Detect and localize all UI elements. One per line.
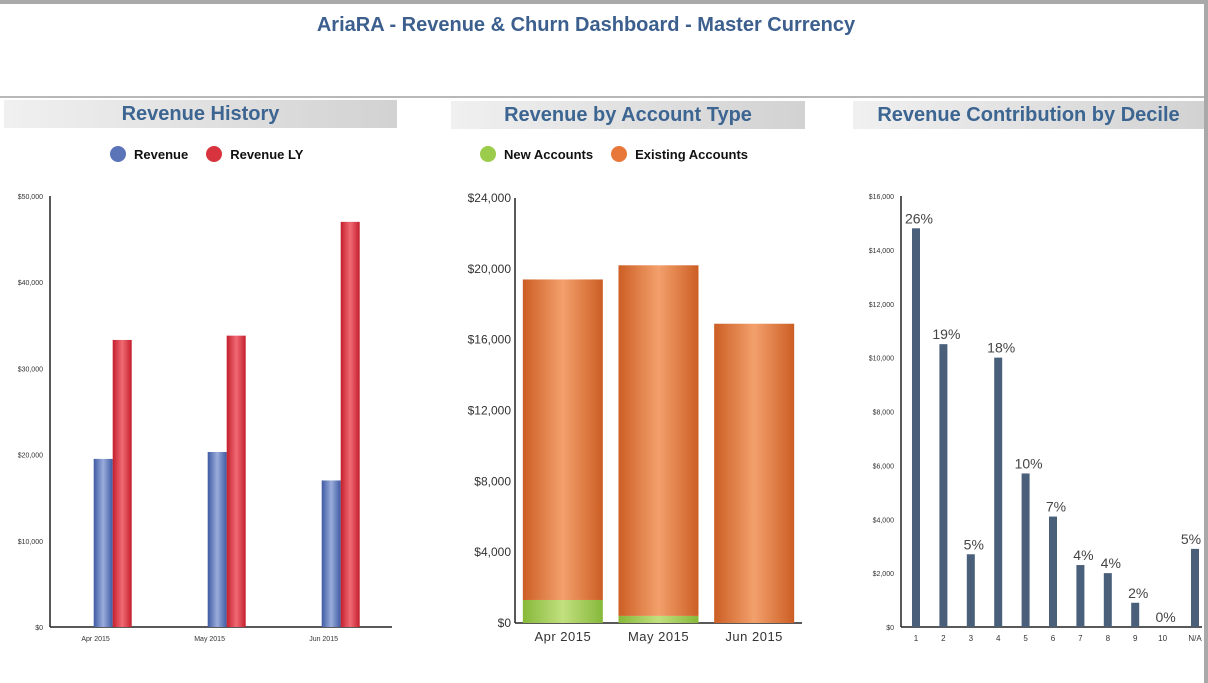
legend-item-revenue-ly[interactable]: Revenue LY [206,146,303,162]
y-tick-label: $6,000 [873,463,895,470]
y-tick-label: $30,000 [18,366,43,373]
revenue-bar [207,452,227,627]
x-tick-label: 5 [1023,634,1028,643]
y-tick-label: $16,000 [468,333,512,347]
x-tick-label: May 2015 [628,629,689,644]
decile-data-label: 0% [1155,609,1175,625]
x-tick-label: 10 [1158,634,1167,643]
decile-data-label: 10% [1015,455,1043,471]
existing-accounts-bar-segment [618,265,699,616]
revenue-history-header: Revenue History [4,100,397,128]
legend-item-existing-accounts[interactable]: Existing Accounts [611,146,748,162]
decile-bar [912,228,920,627]
y-tick-label: $16,000 [869,194,894,201]
y-tick-label: $4,000 [873,517,895,524]
x-tick-label: Jun 2015 [309,636,338,643]
x-tick-label: 9 [1133,634,1138,643]
x-tick-label: 2 [941,634,946,643]
y-tick-label: $8,000 [873,410,895,417]
y-tick-label: $50,000 [18,194,43,201]
y-tick-label: $10,000 [869,356,894,363]
new-accounts-legend-dot-icon [480,146,496,162]
decile-bar [1191,548,1199,627]
decile-bar [1076,565,1085,627]
legend-item-new-accounts[interactable]: New Accounts [480,146,593,162]
decile-data-label: 18% [987,340,1015,356]
decile-bar [1049,516,1057,627]
decile-data-label: 5% [964,536,984,552]
x-tick-label: 4 [996,634,1001,643]
legend-label-new-accounts: New Accounts [504,146,594,162]
y-tick-label: $8,000 [474,474,511,488]
decile-bar [994,357,1003,627]
decile-data-label: 4% [1073,547,1093,563]
revenue-ly-bar [226,335,246,627]
legend-item-revenue[interactable]: Revenue [110,146,188,162]
y-tick-label: $14,000 [869,248,894,255]
decile-bar [1021,473,1030,627]
decile-data-label: 5% [1181,531,1201,547]
existing-accounts-bar-segment [522,279,603,600]
y-tick-label: $2,000 [873,571,895,578]
x-tick-label: May 2015 [194,636,225,643]
x-tick-label: Apr 2015 [534,629,591,644]
y-tick-label: $20,000 [468,262,512,276]
existing-accounts-legend-dot-icon [611,146,628,162]
y-tick-label: $12,000 [869,302,894,309]
revenue-ly-bar [340,221,360,628]
y-tick-label: $0 [35,625,43,632]
decile-bar [1131,602,1140,627]
y-tick-label: $10,000 [18,539,43,546]
y-tick-label: $0 [498,616,512,630]
x-tick-label: 8 [1106,634,1111,643]
existing-accounts-bar-segment [714,323,795,623]
header-divider [0,96,1204,98]
decile-bar [1103,573,1112,627]
x-tick-label: 7 [1078,634,1083,643]
account-type-legend: New Accounts Existing Accounts [480,146,766,162]
revenue-history-legend: Revenue Revenue LY [110,146,321,162]
x-tick-label: Jun 2015 [725,629,783,644]
y-tick-label: $12,000 [468,404,512,418]
y-tick-label: $40,000 [18,280,43,287]
y-tick-label: $0 [886,625,894,632]
revenue-bar [321,480,341,627]
decile-data-label: 26% [905,210,933,226]
decile-data-label: 4% [1101,555,1121,571]
decile-bar [966,554,975,627]
window-right-border [1204,0,1208,683]
legend-label-revenue: Revenue [134,146,189,162]
revenue-by-account-type-header: Revenue by Account Type [451,101,805,129]
dashboard-title: AriaRA - Revenue & Churn Dashboard - Mas… [316,14,856,36]
revenue-ly-bar [112,339,132,627]
x-tick-label: 1 [914,634,919,643]
legend-label-existing-accounts: Existing Accounts [635,146,749,162]
decile-data-label: 2% [1128,585,1148,601]
x-tick-label: Apr 2015 [81,636,110,643]
y-tick-label: $20,000 [18,453,43,460]
x-tick-label: 3 [969,634,974,643]
new-accounts-bar-segment [522,599,603,623]
window-top-border [0,0,1208,4]
y-tick-label: $24,000 [468,191,512,205]
decile-bar [939,344,948,627]
new-accounts-bar-segment [618,615,699,623]
decile-data-label: 19% [932,326,960,342]
revenue-contribution-decile-chart: $0 $2,000 $4,000 $6,000 $8,000 $10,000 $12,000… [869,194,1203,643]
revenue-ly-legend-dot-icon [206,146,223,162]
revenue-legend-dot-icon [110,146,126,162]
x-tick-label: 6 [1051,634,1056,643]
revenue-bar [93,458,113,627]
x-tick-label: N/A [1188,634,1202,643]
decile-data-label: 7% [1046,499,1066,515]
legend-label-revenue-ly: Revenue LY [230,146,304,162]
revenue-contribution-decile-header: Revenue Contribution by Decile [853,101,1204,129]
y-tick-label: $4,000 [474,545,511,559]
